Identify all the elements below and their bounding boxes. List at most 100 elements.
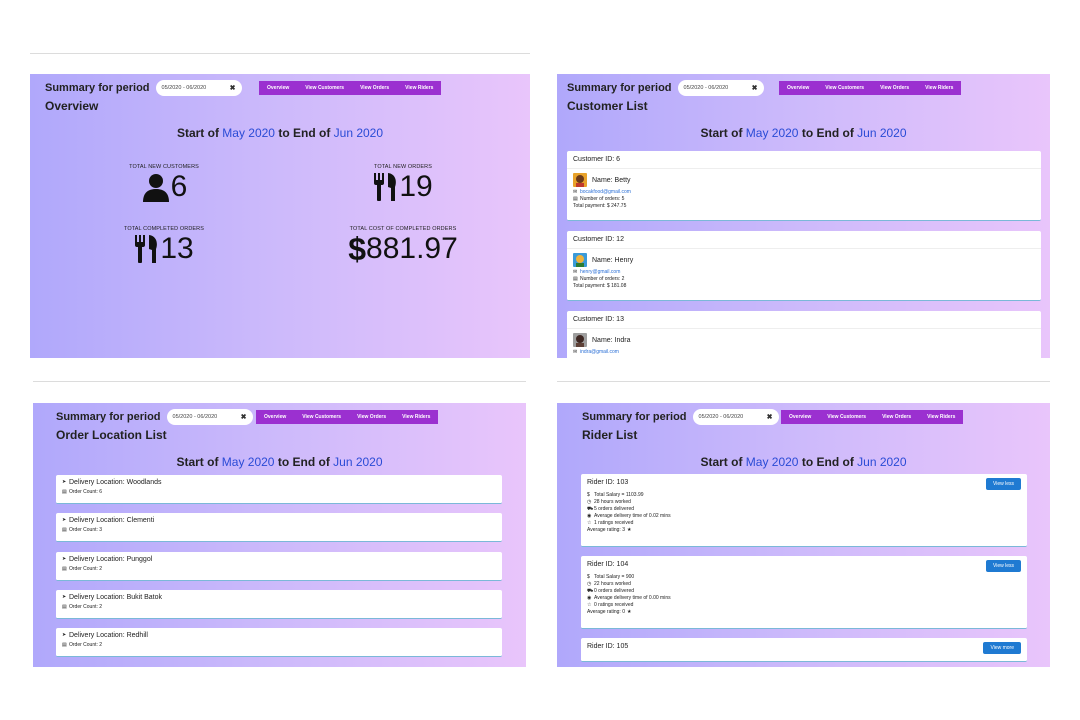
period-input[interactable]: 05/2020 - 06/2020 ✖: [166, 409, 253, 425]
clear-icon[interactable]: ✖: [241, 413, 247, 421]
nav-view-customers[interactable]: View Customers: [294, 414, 349, 420]
overview-panel: Summary for period 05/2020 - 06/2020 ✖ O…: [30, 74, 530, 358]
file-icon: ▤: [62, 642, 67, 648]
customer-card: Customer ID: 12 Name: Henry ✉ henry@gmail…: [567, 231, 1041, 301]
file-icon: ▤: [62, 527, 67, 533]
nav-view-orders[interactable]: View Orders: [349, 414, 394, 420]
clear-icon[interactable]: ✖: [752, 84, 758, 92]
nav-view-customers[interactable]: View Customers: [819, 414, 874, 420]
rider-id: Rider ID: 104: [587, 561, 629, 568]
delivery-location: Delivery Location: Woodlands: [69, 479, 162, 486]
star-outline-icon: ☆: [587, 520, 592, 526]
star-icon: ★: [627, 609, 632, 615]
customer-payment: Total payment: $ 181.08: [573, 283, 627, 289]
order-count: Order Count: 2: [69, 566, 103, 572]
page-title: Order Location List: [56, 428, 167, 442]
location-arrow-icon: ➤: [62, 517, 67, 523]
location-arrow-icon: ➤: [62, 632, 67, 638]
summary-header: Summary for period 05/2020 - 06/2020 ✖: [567, 80, 764, 96]
period-input[interactable]: 05/2020 - 06/2020 ✖: [155, 80, 242, 96]
order-count: Order Count: 2: [69, 642, 103, 648]
page-title: Overview: [45, 99, 99, 113]
view-more-button[interactable]: View more: [983, 642, 1021, 654]
customer-email[interactable]: indra@gmail.com: [580, 349, 619, 356]
delivery-location: Delivery Location: Clementi: [69, 517, 155, 524]
customer-email[interactable]: bocakfood@gmail.com: [580, 189, 631, 196]
dollar-icon: $: [348, 231, 367, 267]
period-range: Start of May 2020 to End of Jun 2020: [700, 126, 907, 140]
file-icon: ▤: [62, 604, 67, 610]
location-card: ➤ Delivery Location: Clementi ▤ Order Coun…: [56, 513, 502, 542]
envelope-icon: ✉: [573, 189, 578, 195]
nav-view-orders[interactable]: View Orders: [872, 85, 917, 91]
clear-icon[interactable]: ✖: [767, 413, 773, 421]
truck-icon: ⛟: [587, 506, 594, 512]
location-arrow-icon: ➤: [62, 594, 67, 600]
customer-card: Customer ID: 13 Name: Indra ✉ indra@gmail…: [567, 311, 1041, 358]
summary-header: Summary for period 05/2020 - 06/2020 ✖: [56, 409, 253, 425]
view-less-button[interactable]: View less: [985, 560, 1021, 572]
stopwatch-icon: ◉: [587, 513, 592, 519]
rider-card: Rider ID: 104 View less $ Total Salary = …: [581, 556, 1027, 629]
period-input[interactable]: 05/2020 - 06/2020 ✖: [677, 80, 764, 96]
period-range: Start of May 2020 to End of Jun 2020: [700, 455, 907, 469]
rider-card: Rider ID: 103 View less $ Total Salary = …: [581, 474, 1027, 547]
utensils-icon: [374, 173, 397, 201]
dollar-icon: $: [587, 574, 590, 580]
nav-view-riders[interactable]: View Riders: [394, 414, 438, 420]
location-arrow-icon: ➤: [62, 479, 67, 485]
nav-view-riders[interactable]: View Riders: [917, 85, 961, 91]
file-icon: ▤: [573, 196, 578, 202]
customer-email[interactable]: henry@gmail.com: [580, 269, 620, 276]
nav-view-orders[interactable]: View Orders: [352, 85, 397, 91]
view-less-button[interactable]: View less: [985, 478, 1021, 490]
order-count: Order Count: 3: [69, 527, 103, 533]
customer-name: Name: Henry: [592, 256, 634, 264]
star-outline-icon: ☆: [587, 602, 592, 608]
orders-panel: Summary for period 05/2020 - 06/2020 ✖ O…: [33, 403, 526, 667]
avatar: [573, 253, 587, 267]
rider-id: Rider ID: 103: [587, 479, 629, 486]
divider: [557, 381, 1050, 382]
location-arrow-icon: ➤: [62, 556, 67, 562]
divider: [30, 53, 530, 54]
stat-value: 13: [160, 232, 194, 265]
stat-value: 6: [170, 170, 188, 203]
envelope-icon: ✉: [573, 349, 578, 355]
stat-completed-orders: TOTAL COMPLETED ORDERS 13: [123, 226, 205, 265]
nav-overview[interactable]: Overview: [781, 414, 819, 420]
stopwatch-icon: ◉: [587, 595, 592, 601]
summary-title: Summary for period: [45, 82, 150, 94]
customer-id: Customer ID: 6: [567, 151, 1041, 169]
summary-title: Summary for period: [567, 82, 672, 94]
summary-title: Summary for period: [582, 411, 687, 423]
period-input[interactable]: 05/2020 - 06/2020 ✖: [692, 409, 779, 425]
summary-header: Summary for period 05/2020 - 06/2020 ✖: [582, 409, 779, 425]
truck-icon: ⛟: [587, 588, 594, 594]
period-range: Start of May 2020 to End of Jun 2020: [176, 455, 383, 469]
envelope-icon: ✉: [573, 269, 578, 275]
nav-view-customers[interactable]: View Customers: [297, 85, 352, 91]
stat-total-cost: TOTAL COST OF COMPLETED ORDERS $ 881.97: [348, 226, 458, 267]
nav-overview[interactable]: Overview: [779, 85, 817, 91]
nav-overview[interactable]: Overview: [256, 414, 294, 420]
period-range: Start of May 2020 to End of Jun 2020: [176, 126, 384, 140]
nav-overview[interactable]: Overview: [259, 85, 297, 91]
nav-bar: Overview View Customers View Orders View…: [779, 81, 962, 95]
star-icon: ★: [627, 527, 632, 533]
stat-value: 881.97: [366, 232, 458, 265]
delivery-location: Delivery Location: Bukit Batok: [69, 594, 162, 601]
avatar: [573, 333, 587, 347]
riders-panel: Summary for period 05/2020 - 06/2020 ✖ O…: [557, 403, 1050, 667]
clear-icon[interactable]: ✖: [230, 84, 236, 92]
delivery-location: Delivery Location: Redhill: [69, 632, 148, 639]
customer-orders: Number of orders: 5: [580, 196, 625, 202]
clock-icon: ◷: [587, 581, 592, 587]
delivery-location: Delivery Location: Punggol: [69, 556, 153, 563]
nav-view-riders[interactable]: View Riders: [919, 414, 963, 420]
rider-id: Rider ID: 105: [587, 643, 629, 650]
nav-view-orders[interactable]: View Orders: [874, 414, 919, 420]
nav-view-riders[interactable]: View Riders: [397, 85, 441, 91]
customer-name: Name: Betty: [592, 176, 631, 184]
nav-view-customers[interactable]: View Customers: [817, 85, 872, 91]
